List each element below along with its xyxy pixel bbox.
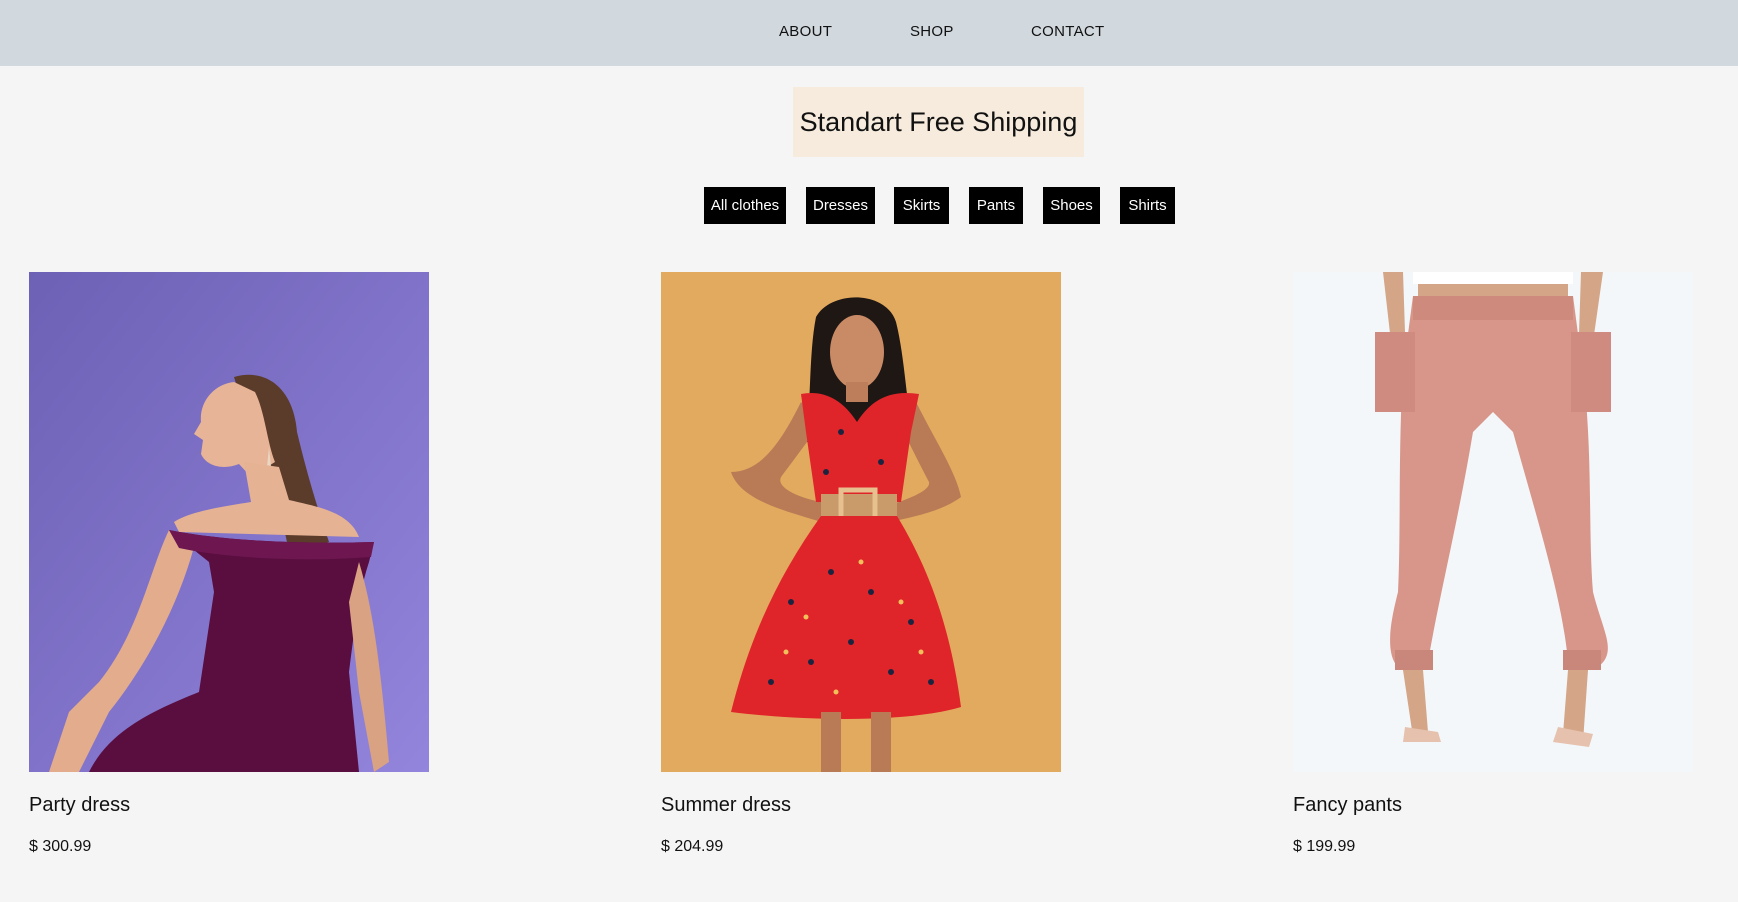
- filter-skirts-button[interactable]: Skirts: [894, 187, 949, 224]
- shipping-banner-text: Standart Free Shipping: [799, 106, 1078, 137]
- filter-all-clothes-button[interactable]: All clothes: [704, 187, 786, 224]
- product-name[interactable]: Party dress: [29, 794, 130, 817]
- filter-dresses-button[interactable]: Dresses: [806, 187, 875, 224]
- product-price: $ 199.99: [1293, 838, 1356, 855]
- product-card-party-dress: Party dress $ 300.99: [29, 272, 429, 855]
- nav-link-shop[interactable]: SHOP: [910, 23, 954, 40]
- product-image-party-dress[interactable]: [29, 272, 429, 772]
- nav-link-about[interactable]: ABOUT: [779, 23, 832, 40]
- product-price: $ 204.99: [661, 838, 724, 855]
- product-image-summer-dress[interactable]: [661, 272, 1061, 772]
- filter-shirts-button[interactable]: Shirts: [1120, 187, 1175, 224]
- product-name[interactable]: Summer dress: [661, 794, 791, 817]
- product-name[interactable]: Fancy pants: [1293, 794, 1402, 817]
- filter-pants-button[interactable]: Pants: [969, 187, 1023, 224]
- nav-link-contact[interactable]: CONTACT: [1031, 23, 1104, 40]
- product-price: $ 300.99: [29, 838, 92, 855]
- product-card-summer-dress: Summer dress $ 204.99: [661, 272, 1061, 855]
- shipping-banner: Standart Free Shipping: [793, 87, 1084, 157]
- top-navigation: ABOUT SHOP CONTACT: [0, 0, 1738, 66]
- product-card-fancy-pants: Fancy pants $ 199.99: [1293, 272, 1693, 855]
- filter-shoes-button[interactable]: Shoes: [1043, 187, 1100, 224]
- product-image-fancy-pants[interactable]: [1293, 272, 1693, 772]
